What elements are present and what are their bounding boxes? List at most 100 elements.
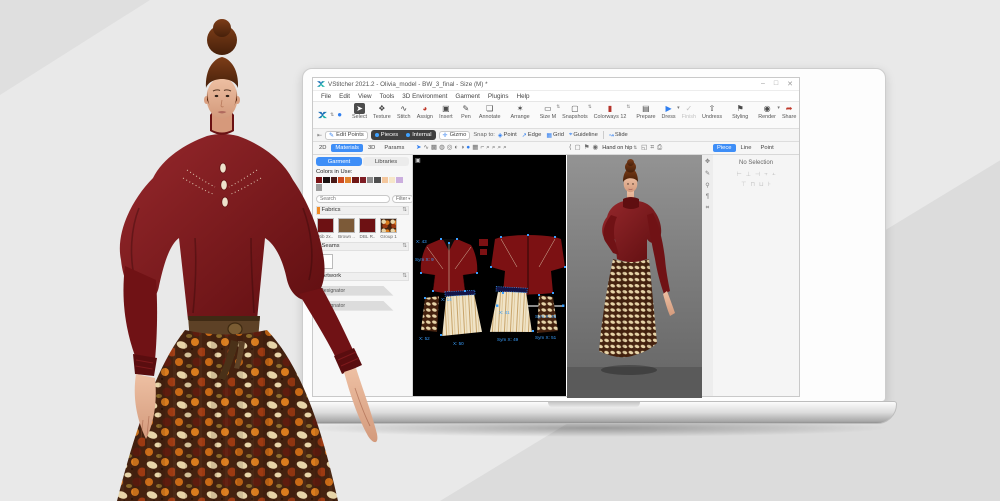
toolbar-button-icon: ✎: [462, 104, 470, 113]
corner-ruler-icon[interactable]: ⌐: [480, 144, 484, 152]
svg-text:Sym X: 9: Sym X: 9: [415, 257, 434, 262]
maximize-button[interactable]: □: [774, 80, 778, 88]
shaded-sphere-icon[interactable]: ◍: [439, 144, 445, 152]
svg-text:X: 50: X: 50: [453, 341, 464, 346]
snapshots-selector[interactable]: ▢ Snapshots: [559, 102, 592, 128]
svg-text:X: 52: X: 52: [419, 336, 430, 341]
cursor-icon[interactable]: ➤: [416, 144, 421, 152]
colorways-selector[interactable]: ▮ Colorways 12: [591, 102, 630, 128]
minimize-button[interactable]: –: [761, 80, 765, 88]
snap-to-label: Snap to:: [473, 132, 495, 138]
annotate-tool-button[interactable]: ❏ Annotate: [476, 102, 504, 128]
toolbar-button-icon: ✓: [685, 104, 693, 113]
tab-line[interactable]: Line: [737, 144, 756, 152]
side-tool-strip: ✥ ✎ ⚲ ¶ ⌗: [701, 155, 713, 396]
toolbar-button-icon: ⇧: [708, 104, 716, 113]
viewport-toolbar: ⟨ ▢ ⚑ ◉ Hand on hip ⇅ ◱ ⌗ ⎙: [566, 142, 701, 154]
menu-item[interactable]: Plugins: [484, 93, 513, 100]
toolbar-button-icon: ◕: [422, 104, 428, 113]
toolbar-button-icon: ⚑: [736, 104, 744, 113]
toolbar-button-icon: ▤: [642, 104, 650, 113]
laptop-notch: [548, 402, 640, 408]
internal-segment[interactable]: Internal: [404, 132, 433, 138]
svg-text:X: 43: X: 43: [416, 239, 427, 244]
assign-tool-button[interactable]: ◕ Assign: [414, 102, 436, 128]
turntable-icon[interactable]: ◱: [641, 144, 647, 152]
snap-option-icon: ⌖: [568, 131, 573, 138]
contrast-sphere-icon[interactable]: ◑: [460, 144, 464, 152]
zoom-in-icon[interactable]: ⌕: [486, 144, 490, 152]
pen-tool-button[interactable]: ✎ Pen: [456, 102, 476, 128]
undress-button[interactable]: ⇧ Undress: [699, 102, 725, 128]
svg-text:X: 14: X: 14: [441, 297, 452, 302]
frame-icon[interactable]: ▢: [575, 144, 581, 152]
toolbar-button-icon: ▣: [442, 104, 450, 113]
screenshot-icon[interactable]: ⌗: [650, 144, 654, 152]
toolbar-button-icon: ▭: [544, 104, 552, 113]
grid-icon[interactable]: ▦: [472, 144, 478, 152]
menu-item[interactable]: Help: [513, 93, 534, 100]
share-button[interactable]: ➦ Share: [779, 102, 799, 128]
snap-option-icon: ◈: [497, 132, 503, 139]
size-selector[interactable]: ▭ Size M: [537, 102, 561, 128]
link-icon[interactable]: ✥: [705, 158, 710, 165]
export-icon[interactable]: ⎙: [657, 144, 662, 152]
slide-button[interactable]: ↝ Slide: [609, 132, 628, 139]
menu-item[interactable]: Garment: [451, 93, 484, 100]
text-icon[interactable]: ¶: [706, 194, 709, 200]
pencil-icon[interactable]: ✎: [705, 170, 710, 177]
sort-icon[interactable]: ⇅: [402, 207, 407, 213]
pose-dropdown[interactable]: Hand on hip ⇅: [600, 145, 639, 151]
active-mode-icon[interactable]: ●: [466, 144, 470, 152]
pattern-pieces: X: 43 Sym X: 9 X: 14 X: 41 Sym X: 45 X: …: [415, 234, 566, 346]
avatar-3d-render: [567, 155, 702, 398]
tab-piece[interactable]: Piece: [713, 144, 736, 152]
measure-icon[interactable]: ⌗: [706, 205, 709, 212]
piece-solid-icon[interactable]: ▩: [431, 144, 437, 152]
close-button[interactable]: ✕: [787, 80, 793, 88]
stitch-tool-icon[interactable]: ∿: [423, 144, 428, 152]
render-button[interactable]: ◉ Render: [755, 102, 779, 128]
zoom-region-icon[interactable]: ⌕: [503, 144, 507, 152]
snap-edge[interactable]: ↗ Edge: [522, 132, 542, 139]
toolbar-button-icon: ✶: [516, 104, 524, 113]
styling-button[interactable]: ⚑ Styling: [729, 102, 751, 128]
pattern-2d-canvas[interactable]: ▣ X: 43 Sym X: 9 X: 14 X: 41 Sym X: 45 X…: [413, 155, 566, 396]
alignment-icon: ⊤: [741, 182, 747, 188]
alignment-icon: ⫟: [764, 171, 768, 177]
toolbar-button-icon: ▮: [607, 104, 613, 113]
half-sphere-icon[interactable]: ◐: [454, 144, 458, 152]
toolbar-button-icon: ◉: [763, 104, 771, 113]
insert-tool-button[interactable]: ▣ Insert: [436, 102, 456, 128]
marketing-stage: VStitcher 2021.2 - Olivia_model - BW_3_f…: [0, 0, 1000, 501]
menu-item[interactable]: 3D Environment: [398, 93, 451, 100]
svg-text:Sym X: 45: Sym X: 45: [535, 314, 557, 319]
alignment-icon: ⊢: [736, 172, 742, 178]
dress-button[interactable]: ▶ Dress: [659, 102, 680, 128]
zoom-fit-icon[interactable]: ⌕: [497, 144, 501, 152]
prepare-button[interactable]: ▤ Prepare: [633, 102, 658, 128]
snap-grid[interactable]: ▦ Grid: [546, 132, 564, 139]
snap-option-icon: ▦: [546, 132, 553, 139]
snap-point[interactable]: ◈ Point: [498, 132, 517, 139]
properties-panel: No Selection ⊢ ⊥ ⊣ ⫟ ⫠ ⊤ ⊓ ⊔ ⊦: [713, 155, 799, 396]
finish-button[interactable]: ✓ Finish: [679, 102, 699, 128]
snap-guideline[interactable]: ⌖ Guideline: [569, 132, 598, 139]
toolbar-button-icon: ▢: [571, 104, 579, 113]
pattern-toolbar: ➤ ∿ ▩ ◍ ◎ ◐ ◑ ● ▦ ⌐ ⌕ ⌕ ⌕ ⌕: [413, 142, 566, 154]
toolbar-button-icon: ∿: [400, 104, 408, 113]
tab-point[interactable]: Point: [756, 144, 777, 152]
camera-icon[interactable]: ◉: [593, 144, 599, 152]
avatar-icon[interactable]: ⚑: [584, 144, 590, 152]
back-arrow-icon[interactable]: ⟨: [569, 144, 572, 152]
sort-icon[interactable]: ⇅: [402, 243, 407, 249]
gizmo-button[interactable]: ✛ Gizmo: [438, 130, 471, 140]
outline-sphere-icon[interactable]: ◎: [447, 144, 453, 152]
viewport-3d[interactable]: [566, 155, 702, 398]
alignment-icon: ⊥: [745, 172, 751, 178]
zoom-out-icon[interactable]: ⌕: [492, 144, 496, 152]
arrange-button[interactable]: ✶ Arrange: [508, 102, 533, 128]
alignment-icon: ⊣: [754, 172, 761, 178]
pin-icon[interactable]: ⚲: [705, 182, 709, 189]
sort-icon[interactable]: ⇅: [402, 273, 407, 279]
